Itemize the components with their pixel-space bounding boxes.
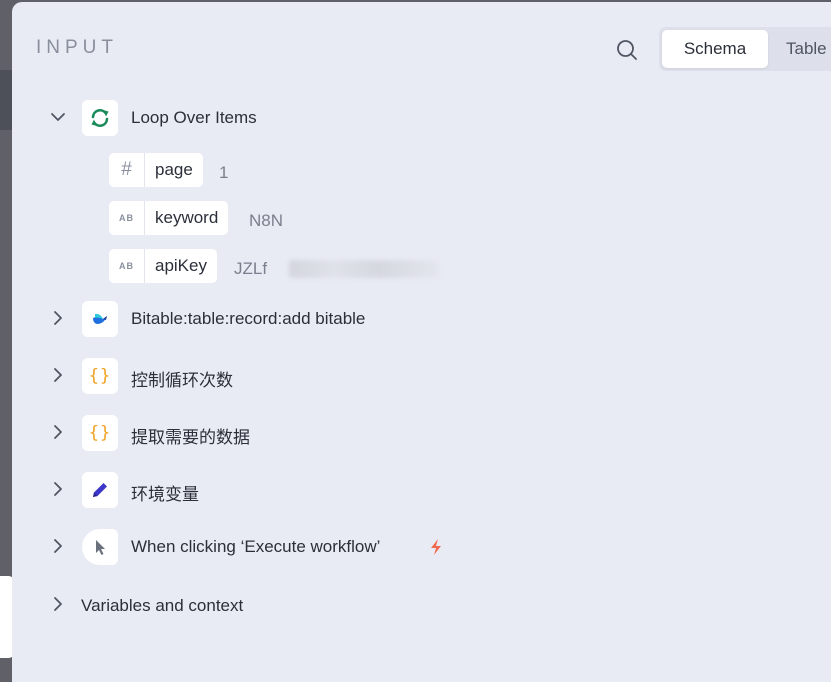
number-type-icon: #	[109, 153, 145, 187]
node-label: 提取需要的数据	[131, 428, 250, 447]
search-icon	[617, 40, 637, 60]
redacted-value	[289, 260, 439, 278]
tab-schema[interactable]: Schema	[662, 30, 768, 68]
node-label: Loop Over Items	[131, 108, 257, 127]
chevron-right-icon[interactable]	[49, 537, 67, 555]
variables-label: Variables and context	[81, 596, 244, 615]
node-label: 控制循环次数	[131, 371, 233, 390]
input-panel: INPUT Schema Table Loop Over Items # pag…	[12, 2, 831, 682]
chevron-right-icon[interactable]	[49, 309, 67, 327]
node-label: Bitable:table:record:add bitable	[131, 309, 366, 328]
chevron-right-icon[interactable]	[49, 366, 67, 384]
view-mode-switch: Schema Table	[659, 27, 831, 71]
search-button[interactable]	[615, 38, 639, 62]
field-value: N8N	[249, 211, 284, 230]
tab-table[interactable]: Table	[774, 30, 831, 68]
chevron-right-icon[interactable]	[49, 423, 67, 441]
background-strip	[0, 70, 12, 130]
string-type-icon: AB	[109, 201, 145, 235]
chevron-right-icon[interactable]	[49, 480, 67, 498]
refresh-icon	[82, 100, 118, 136]
node-label: 环境变量	[131, 485, 199, 504]
chevron-down-icon[interactable]	[49, 108, 67, 126]
pencil-icon	[82, 472, 118, 508]
field-keyword[interactable]: AB keyword	[109, 201, 229, 235]
field-name: apiKey	[155, 256, 207, 275]
node-label: When clicking ‘Execute workflow’	[131, 537, 381, 556]
cursor-icon	[82, 529, 118, 565]
field-page[interactable]: # page	[109, 153, 203, 187]
bitable-logo-icon	[82, 301, 118, 337]
field-apikey[interactable]: AB apiKey	[109, 249, 217, 283]
chevron-right-icon[interactable]	[49, 595, 67, 613]
field-name: keyword	[155, 208, 219, 227]
lightning-icon	[431, 539, 441, 555]
code-braces-icon: {}	[82, 415, 118, 451]
field-name: page	[155, 160, 193, 179]
panel-title: INPUT	[36, 37, 118, 58]
code-braces-icon: {}	[82, 358, 118, 394]
field-value: JZLf	[234, 259, 268, 278]
string-type-icon: AB	[109, 249, 145, 283]
field-value: 1	[219, 163, 229, 182]
